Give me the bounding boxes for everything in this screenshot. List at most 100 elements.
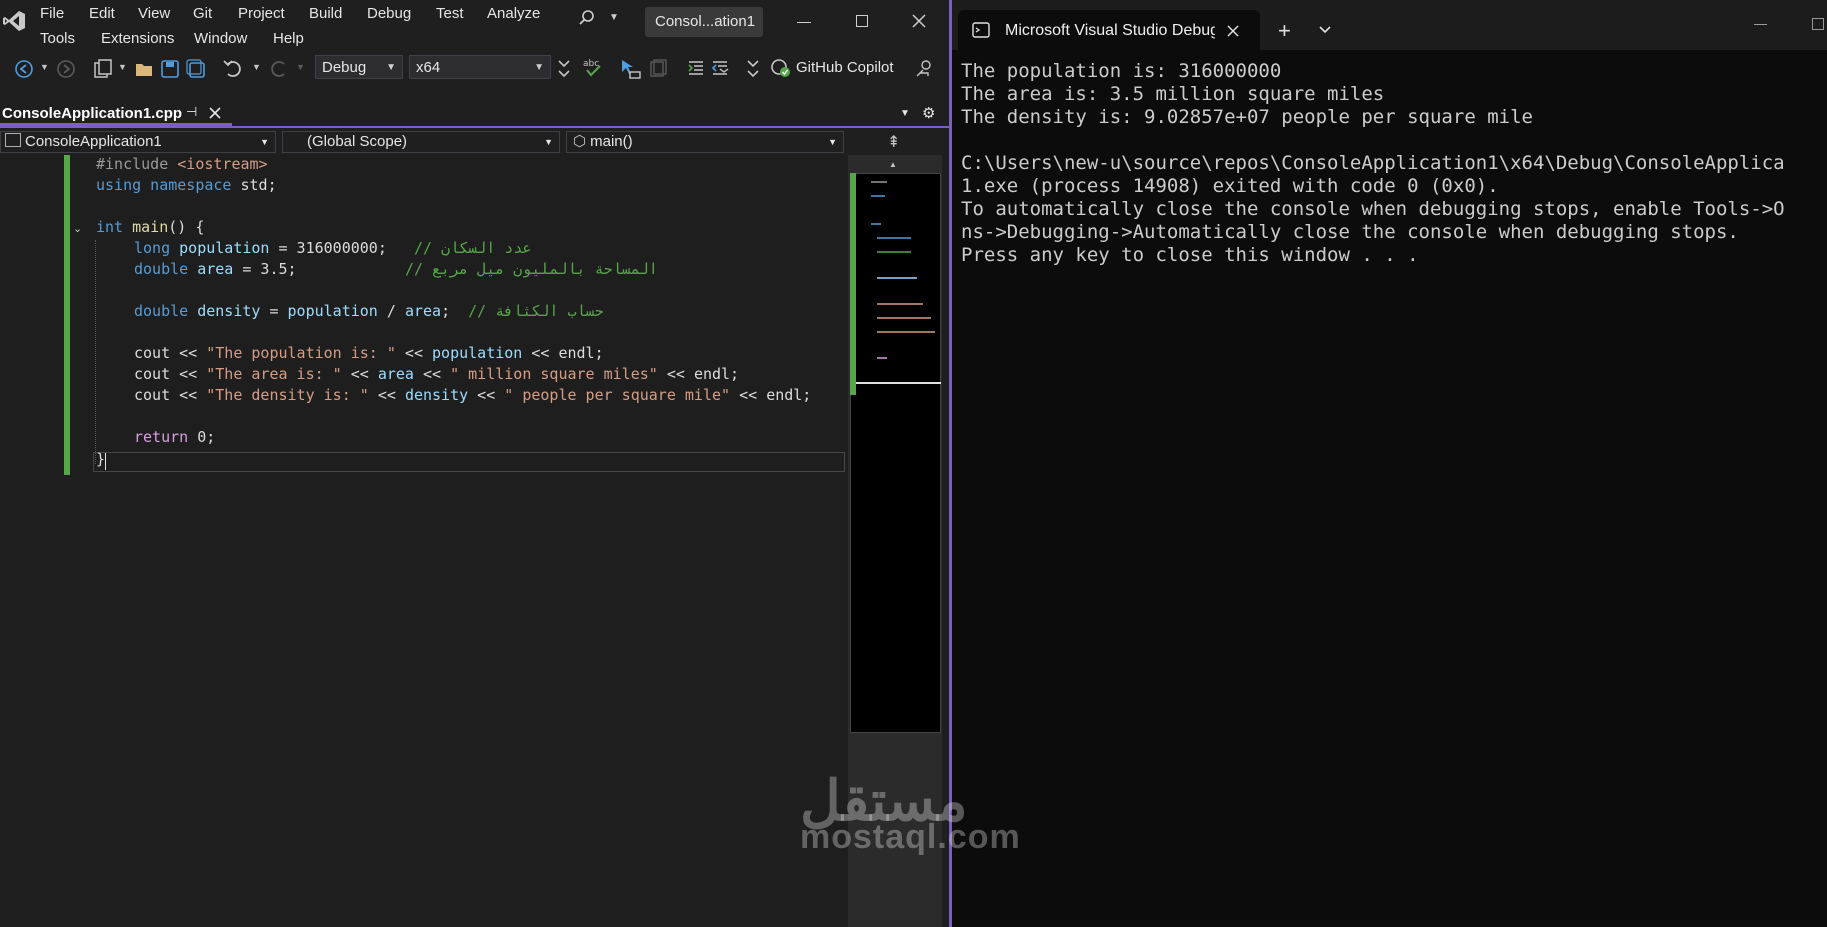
endl: endl;: [558, 344, 604, 362]
collapse-main-icon[interactable]: ⌄: [73, 222, 82, 235]
maximize-icon[interactable]: [856, 15, 868, 27]
tab-dropdown-icon[interactable]: [1318, 22, 1332, 40]
back-dropdown-icon[interactable]: ▼: [40, 62, 49, 72]
return-keyword: return: [134, 428, 189, 446]
menu-git[interactable]: Git: [193, 5, 212, 22]
include-header: <iostream>: [177, 155, 268, 173]
configuration-select[interactable]: Debug ▼: [315, 55, 403, 79]
minimap-change-bar: [850, 173, 856, 395]
double-keyword: double: [134, 302, 189, 320]
terminal-minimize-icon[interactable]: [1754, 24, 1767, 25]
terminal-maximize-icon[interactable]: [1812, 18, 1824, 30]
code-line-15: }: [96, 449, 105, 470]
platform-value: x64: [416, 59, 441, 76]
pin-icon[interactable]: ⊣: [186, 104, 197, 120]
start-icon[interactable]: [557, 58, 571, 85]
redo-icon[interactable]: [268, 58, 290, 83]
hot-reload-icon[interactable]: [648, 58, 668, 85]
menu-help[interactable]: Help: [273, 30, 304, 47]
member-dropdown[interactable]: ⬡ main() ▼: [566, 131, 844, 153]
save-all-icon[interactable]: [186, 59, 206, 84]
project-dropdown[interactable]: ConsoleApplication1 ▼: [0, 131, 276, 153]
stream-op: <<: [368, 386, 405, 404]
search-icon[interactable]: [578, 9, 596, 27]
code-minimap[interactable]: [850, 173, 941, 733]
menu-view[interactable]: View: [138, 5, 170, 22]
current-line-highlight: [93, 452, 845, 472]
navigate-back-icon[interactable]: [14, 59, 34, 84]
menu-project[interactable]: Project: [238, 5, 285, 22]
namespace-keyword: namespace: [141, 176, 241, 194]
settings-gear-icon[interactable]: ⚙: [922, 104, 935, 122]
minimize-icon[interactable]: [797, 22, 811, 23]
area-string: "The area is: ": [206, 365, 342, 383]
console-line-8: ns->Debugging->Automatically close the c…: [961, 221, 1739, 243]
copilot-button[interactable]: GitHub Copilot: [796, 59, 894, 76]
stream-op: <<: [341, 365, 378, 383]
menu-build[interactable]: Build: [309, 5, 342, 22]
new-dropdown-icon[interactable]: ▼: [118, 62, 127, 72]
close-window-icon[interactable]: [911, 13, 927, 34]
menu-file[interactable]: File: [40, 5, 64, 22]
menu-extensions[interactable]: Extensions: [101, 30, 174, 47]
menu-window[interactable]: Window: [194, 30, 247, 47]
copilot-icon[interactable]: [770, 58, 792, 83]
undo-icon[interactable]: [222, 58, 244, 83]
svg-text:abc: abc: [583, 59, 599, 69]
menu-analyze[interactable]: Analyze: [487, 5, 540, 22]
density-comment: // حساب الكثافة: [468, 302, 604, 320]
long-keyword: long: [134, 239, 171, 257]
menu-edit[interactable]: Edit: [89, 5, 115, 22]
console-line-3: The density is: 9.02857e+07 people per s…: [961, 106, 1533, 128]
stream-op: <<: [657, 365, 694, 383]
member-name: main(): [590, 133, 633, 150]
select-element-icon[interactable]: [620, 58, 642, 85]
using-keyword: using: [96, 176, 142, 194]
stream-op: <<: [468, 386, 505, 404]
console-line-2: The area is: 3.5 million square miles: [961, 83, 1385, 105]
search-dropdown-icon[interactable]: ▼: [609, 12, 619, 23]
open-folder-icon[interactable]: [134, 59, 156, 84]
navigate-forward-icon[interactable]: [56, 59, 76, 84]
console-line-5: C:\Users\new-u\source\repos\ConsoleAppli…: [961, 152, 1785, 174]
area-ref: area: [377, 365, 414, 383]
density-ref: density: [404, 386, 469, 404]
menu-test[interactable]: Test: [436, 5, 464, 22]
save-icon[interactable]: [160, 59, 180, 84]
overflow-icon[interactable]: [746, 58, 760, 85]
scroll-up-icon[interactable]: ▲: [889, 160, 897, 169]
spellcheck-icon[interactable]: abc: [582, 57, 604, 84]
population-comment: // عدد السكان: [413, 239, 532, 257]
new-project-icon[interactable]: [92, 58, 114, 85]
menu-debug[interactable]: Debug: [367, 5, 411, 22]
tab-list-dropdown-icon[interactable]: ▼: [900, 108, 910, 119]
include-directive: #include: [96, 155, 178, 173]
divide-op: /: [377, 302, 405, 320]
terminal-icon: [972, 22, 990, 43]
endl: endl;: [766, 386, 812, 404]
menu-tools[interactable]: Tools: [40, 30, 75, 47]
indent-icon[interactable]: [686, 58, 706, 83]
code-line-11: cout << "The area is: " << area << " mil…: [134, 364, 739, 385]
console-line-6: 1.exe (process 14908) exited with code 0…: [961, 175, 1499, 197]
area-value: = 3.5;: [233, 260, 405, 278]
feedback-icon[interactable]: [915, 58, 935, 83]
new-tab-icon[interactable]: +: [1278, 18, 1291, 44]
close-tab-icon[interactable]: [209, 106, 221, 124]
code-line-4: int main() {: [96, 217, 204, 238]
platform-select[interactable]: x64 ▼: [409, 55, 551, 79]
close-terminal-tab-icon[interactable]: [1227, 24, 1239, 42]
int-keyword: int: [96, 218, 124, 236]
density-string: "The density is: ": [206, 386, 369, 404]
redo-dropdown-icon[interactable]: ▼: [296, 62, 305, 72]
semicolon: ;: [441, 302, 469, 320]
split-editor-icon[interactable]: ⇞: [887, 132, 900, 152]
undo-dropdown-icon[interactable]: ▼: [252, 62, 261, 72]
debug-console-window[interactable]: [952, 0, 1827, 927]
outdent-icon[interactable]: [710, 58, 732, 83]
stream-op: <<: [413, 365, 451, 383]
tab-filename: ConsoleApplication1.cpp: [2, 105, 183, 122]
code-line-5: long population = 316000000; // عدد السك…: [134, 238, 531, 259]
code-line-12: cout << "The density is: " << density <<…: [134, 385, 811, 406]
scope-dropdown[interactable]: (Global Scope) ▼: [282, 131, 560, 153]
